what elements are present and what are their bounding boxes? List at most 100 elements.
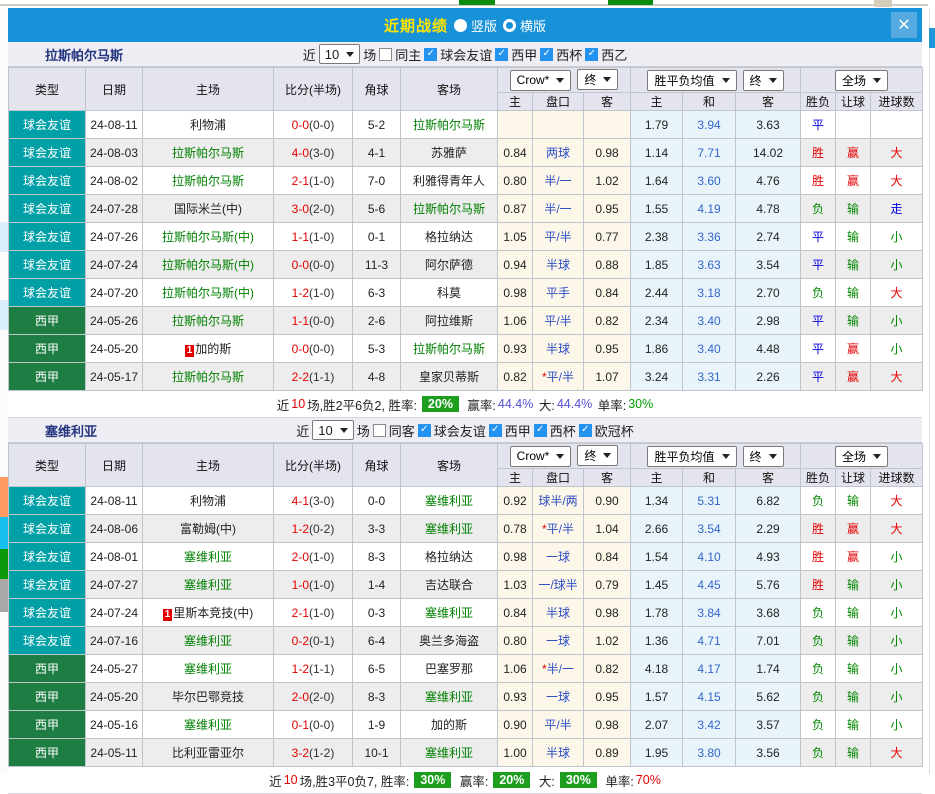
league-checkbox-label: 西甲 — [511, 45, 537, 64]
halftime-score: (2-0) — [309, 202, 334, 216]
avg-home-cell: 2.66 — [631, 515, 683, 543]
corner-cell: 0-0 — [353, 487, 401, 515]
bookmaker-select[interactable]: Crow* — [510, 446, 572, 467]
fulltime-select[interactable]: 全场 — [835, 446, 888, 467]
score-cell: 0-1(0-0) — [274, 711, 353, 739]
league-checkbox[interactable]: ✓ — [495, 48, 508, 61]
let-result-cell: 赢 — [836, 167, 871, 195]
background-fragment — [0, 477, 8, 517]
home-team-name: 拉斯帕尔马斯 — [172, 370, 244, 384]
let-result-cell: 赢 — [836, 363, 871, 391]
layout-radio-vertical[interactable]: 竖版 — [454, 16, 497, 35]
avg-away-cell: 3.54 — [736, 251, 801, 279]
fulltime-score: 1-2 — [292, 286, 309, 300]
col-score: 比分(半场) — [274, 68, 353, 111]
scrollbar-fragment[interactable] — [929, 28, 935, 48]
away-team-cell: 拉斯帕尔马斯 — [401, 195, 498, 223]
handicap-value: 半球 — [546, 746, 570, 760]
goals-result-cell: 大 — [871, 363, 923, 391]
corner-cell: 4-8 — [353, 363, 401, 391]
fulltime-score: 4-0 — [292, 146, 309, 160]
final-select[interactable]: 终 — [577, 69, 618, 90]
table-row: 球会友谊24-08-01塞维利亚2-0(1-0)8-3格拉纳达0.98一球0.8… — [9, 543, 923, 571]
let-result-cell — [836, 111, 871, 139]
avg-odds-select[interactable]: 胜平负均值 — [647, 446, 736, 467]
corner-cell: 5-6 — [353, 195, 401, 223]
dialog-title: 近期战绩 — [384, 15, 448, 36]
halftime-score: (1-0) — [309, 606, 334, 620]
handicap-value: 半球 — [546, 258, 570, 272]
handicap-value: 平/半 — [547, 370, 574, 384]
close-icon: ✕ — [897, 15, 910, 35]
home-team-cell: 拉斯帕尔马斯 — [143, 139, 274, 167]
select-value: 全场 — [842, 448, 866, 465]
match-count-select[interactable]: 10 — [319, 44, 360, 64]
result-cell: 负 — [801, 487, 836, 515]
away-team-name: 科莫 — [437, 286, 461, 300]
select-value: 终 — [584, 447, 596, 464]
fulltime-score: 0-2 — [292, 634, 309, 648]
handicap-cell: 一球 — [533, 683, 584, 711]
summary-label: 单率: — [594, 395, 626, 414]
date-cell: 24-05-17 — [86, 363, 143, 391]
league-checkbox-label: 西乙 — [601, 45, 627, 64]
odds-away-cell: 0.82 — [584, 655, 631, 683]
avg-away-cell: 2.74 — [736, 223, 801, 251]
table-row: 球会友谊24-07-27塞维利亚1-0(1-0)1-4吉达联合1.03一/球半0… — [9, 571, 923, 599]
summary-label: 赢率: — [456, 771, 488, 790]
away-team-cell: 塞维利亚 — [401, 515, 498, 543]
result-cell: 平 — [801, 363, 836, 391]
result-cell: 平 — [801, 335, 836, 363]
home-team-cell: 塞维利亚 — [143, 571, 274, 599]
handicap-cell: 半球 — [533, 599, 584, 627]
final-select[interactable]: 终 — [577, 445, 618, 466]
league-checkbox[interactable]: ✓ — [534, 424, 547, 437]
away-team-name: 塞维利亚 — [425, 690, 473, 704]
table-row: 西甲24-05-11比利亚雷亚尔3-2(1-2)10-1塞维利亚1.00半球0.… — [9, 739, 923, 767]
let-result-cell: 输 — [836, 627, 871, 655]
result-cell: 负 — [801, 627, 836, 655]
radio-unselected-icon — [503, 19, 516, 32]
handicap-cell: 半/一 — [533, 195, 584, 223]
team-name: 拉斯帕尔马斯 — [45, 45, 123, 64]
league-cell: 球会友谊 — [9, 599, 86, 627]
league-checkbox[interactable]: ✓ — [489, 424, 502, 437]
result-cell: 负 — [801, 711, 836, 739]
league-checkbox[interactable]: ✓ — [585, 48, 598, 61]
odds-home-cell: 1.03 — [498, 571, 533, 599]
date-cell: 24-08-03 — [86, 139, 143, 167]
summary-near-label: 近 — [269, 771, 282, 790]
match-count-select[interactable]: 10 — [312, 420, 353, 440]
close-button[interactable]: ✕ — [891, 12, 917, 38]
away-team-cell: 格拉纳达 — [401, 223, 498, 251]
handicap-cell: 半球 — [533, 335, 584, 363]
league-checkbox[interactable]: ✓ — [418, 424, 431, 437]
league-cell: 西甲 — [9, 655, 86, 683]
handicap-cell: 一/球半 — [533, 571, 584, 599]
league-checkbox[interactable]: ✓ — [579, 424, 592, 437]
fulltime-score: 1-2 — [292, 662, 309, 676]
league-checkbox[interactable]: ✓ — [424, 48, 437, 61]
section-summary: 近10场,胜3平0负7, 胜率:30% 赢率:20% 大:30% 单率:70% — [8, 767, 922, 794]
fulltime-score: 3-0 — [292, 202, 309, 216]
same-venue-checkbox[interactable] — [373, 424, 386, 437]
goals-result-cell: 小 — [871, 655, 923, 683]
chevron-down-icon — [556, 454, 564, 459]
layout-radio-horizontal[interactable]: 横版 — [503, 16, 546, 35]
same-venue-checkbox[interactable] — [379, 48, 392, 61]
team-section-1: 拉斯帕尔马斯近10场同主✓球会友谊✓西甲✓西杯✓西乙类型日期主场比分(半场)角球… — [8, 42, 922, 418]
fulltime-select[interactable]: 全场 — [835, 70, 888, 91]
league-checkbox[interactable]: ✓ — [540, 48, 553, 61]
summary-record: 场,胜2平6负2, 胜率: — [307, 395, 417, 414]
final-select[interactable]: 终 — [743, 446, 784, 467]
final-select[interactable]: 终 — [743, 70, 784, 91]
avg-odds-select[interactable]: 胜平负均值 — [647, 70, 736, 91]
result-cell: 负 — [801, 683, 836, 711]
home-team-name: 国际米兰(中) — [174, 202, 242, 216]
fulltime-score: 1-1 — [292, 314, 309, 328]
odds-home-cell: 0.98 — [498, 279, 533, 307]
bookmaker-select[interactable]: Crow* — [510, 70, 572, 91]
goals-result-cell: 小 — [871, 251, 923, 279]
avg-away-cell: 7.01 — [736, 627, 801, 655]
avg-home-cell: 2.07 — [631, 711, 683, 739]
